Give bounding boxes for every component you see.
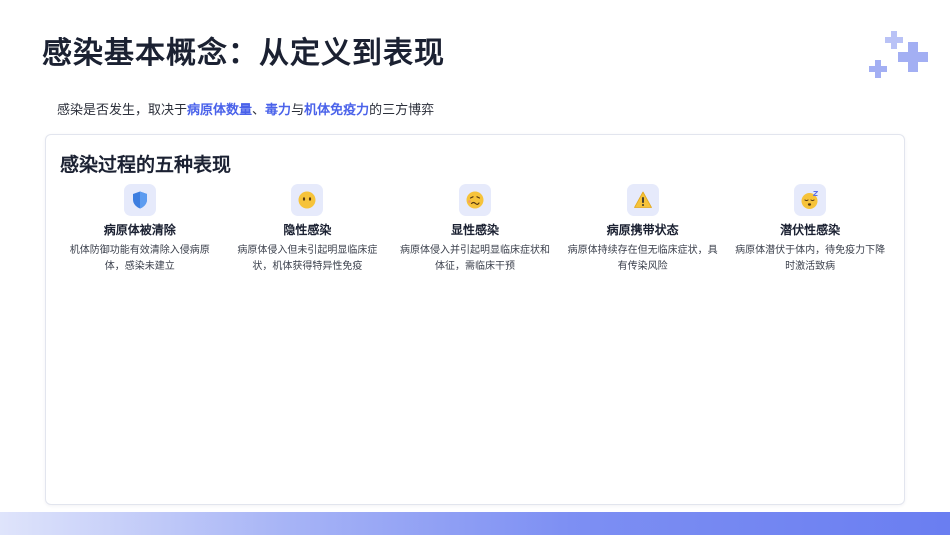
card-title: 病原体被清除	[103, 223, 176, 237]
card-row: 病原体被清除 机体防御功能有效清除入侵病原体，感染未建立 隐性感染 病原体侵入但…	[56, 184, 894, 275]
card-latent-infection: 潜伏性感染 病原体潜伏于体内，待免疫力下降时激活致病	[726, 184, 894, 275]
term-pathogen-quantity: 病原体数量	[187, 103, 253, 118]
card-description: 病原体侵入但未引起明显临床症状，机体获得特异性免疫	[237, 245, 378, 272]
card-clinical-infection: 显性感染 病原体侵入并引起明显临床症状和体征，需临床干预	[391, 184, 559, 275]
card-description: 病原体潜伏于体内，待免疫力下降时激活致病	[735, 245, 886, 272]
card-title: 潜伏性感染	[780, 223, 841, 237]
subtitle: 感染是否发生，取决于病原体数量、毒力与机体免疫力的三方博弈	[57, 103, 435, 118]
sleeping-face-icon	[794, 184, 827, 216]
panel-title: 感染过程的五种表现	[60, 154, 232, 176]
card-carrier-state: 病原携带状态 病原体持续存在但无临床症状，具有传染风险	[559, 184, 727, 275]
shield-icon	[123, 184, 156, 216]
card-description: 病原体持续存在但无临床症状，具有传染风险	[567, 245, 718, 272]
warning-icon	[626, 184, 659, 216]
card-title: 显性感染	[450, 223, 499, 237]
card-description: 机体防御功能有效清除入侵病原体，感染未建立	[69, 245, 210, 272]
plus-decoration-icon	[869, 31, 928, 78]
page-title: 感染基本概念：从定义到表现	[42, 36, 445, 71]
card-title: 病原携带状态	[606, 223, 679, 237]
sick-face-icon	[458, 184, 491, 216]
card-pathogen-cleared: 病原体被清除 机体防御功能有效清除入侵病原体，感染未建立	[56, 184, 224, 275]
card-description: 病原体侵入并引起明显临床症状和体征，需临床干预	[399, 245, 550, 272]
neutral-face-icon	[291, 184, 324, 216]
card-subclinical-infection: 隐性感染 病原体侵入但未引起明显临床症状，机体获得特异性免疫	[224, 184, 392, 275]
term-immunity: 机体免疫力	[304, 103, 370, 118]
infection-manifestations-panel: 感染过程的五种表现 病原体被清除 机体防御功能有效清除入侵病原体，感染未建立 隐…	[45, 134, 905, 505]
card-title: 隐性感染	[283, 223, 332, 237]
term-virulence: 毒力	[265, 103, 292, 118]
bottom-gradient-bar	[0, 512, 950, 535]
